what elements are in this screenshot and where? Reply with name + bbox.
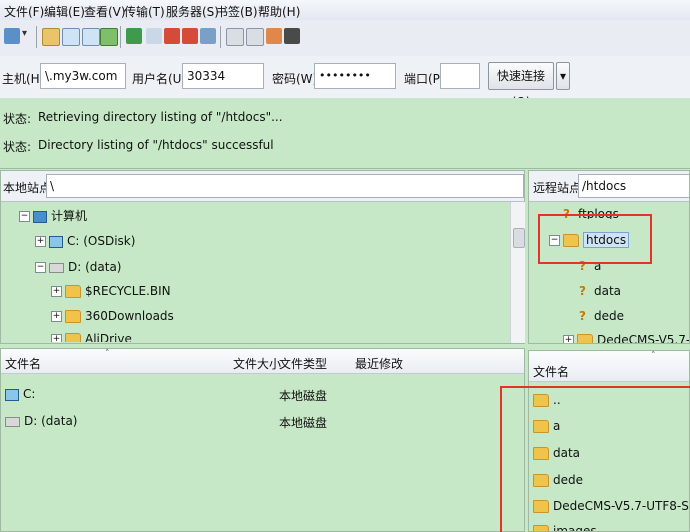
column-header-type[interactable]: 文件类型	[279, 355, 327, 372]
message-log-icon[interactable]	[42, 28, 60, 46]
expand-icon[interactable]: +	[35, 236, 46, 247]
computer-icon	[33, 210, 47, 223]
username-input[interactable]: 30334	[182, 63, 264, 89]
tree-item-d-drive[interactable]: − D: (data)	[35, 260, 122, 274]
status-label: 状态:	[3, 112, 32, 126]
remote-path-input[interactable]: /htdocs	[578, 174, 689, 198]
highlight-box	[538, 214, 652, 264]
sort-arrow-icon: ˄	[105, 349, 110, 359]
host-input[interactable]: \.my3w.com	[40, 63, 126, 89]
unknown-folder-icon: ?	[579, 284, 586, 298]
local-tree-icon[interactable]	[62, 28, 80, 46]
tree-item-folder[interactable]: ? dede	[579, 309, 624, 323]
tree-item-c-drive[interactable]: + C: (OSDisk)	[35, 234, 135, 248]
remote-tree-icon[interactable]	[82, 28, 100, 46]
status-label: 状态:	[3, 140, 32, 154]
quickconnect-bar: 主机(H): \.my3w.com 用户名(U): 30334 密码(W): •…	[0, 56, 690, 109]
column-header-name[interactable]: 文件名	[533, 363, 569, 380]
folder-icon	[65, 310, 81, 323]
process-queue-icon[interactable]	[146, 28, 162, 44]
site-manager-icon[interactable]	[4, 28, 20, 44]
local-path-input[interactable]: \	[46, 174, 524, 198]
local-tree-scrollbar[interactable]	[510, 202, 525, 343]
toolbar-separator	[120, 26, 121, 48]
menu-help[interactable]: 帮助(H)	[258, 3, 300, 20]
local-tree-pane: 本地站点: \ − 计算机 + C: (OSDisk) − D: (data) + $R…	[0, 170, 525, 344]
sync-browse-icon[interactable]	[266, 28, 282, 44]
menu-bar: 文件(F) 编辑(E) 查看(V) 传输(T) 服务器(S) 书签(B) 帮助(…	[0, 0, 690, 21]
column-header-size[interactable]: 文件大小	[233, 355, 281, 372]
cancel-icon[interactable]	[164, 28, 180, 44]
status-message: Retrieving directory listing of "/htdocs…	[38, 110, 283, 124]
remote-site-bar: 远程站点: /htdocs	[529, 171, 689, 202]
highlight-box	[500, 386, 690, 532]
tree-item-folder[interactable]: + AliDrive	[51, 332, 132, 342]
collapse-icon[interactable]: −	[19, 211, 30, 222]
remote-list-header: 文件名 ˄	[529, 351, 689, 382]
tree-item-folder[interactable]: +360Downloads	[51, 309, 174, 323]
scrollbar-thumb[interactable]	[513, 228, 525, 248]
drive-icon	[49, 262, 64, 273]
sort-arrow-icon: ˄	[651, 351, 656, 361]
expand-icon[interactable]: +	[51, 286, 62, 297]
menu-server[interactable]: 服务器(S)	[166, 3, 219, 20]
tree-item-computer[interactable]: − 计算机	[19, 207, 87, 224]
quickconnect-button[interactable]: 快速连接(Q)	[488, 62, 554, 109]
toolbar-separator	[36, 26, 37, 48]
tree-item-folder[interactable]: + $RECYCLE.BIN	[51, 284, 171, 298]
menu-file[interactable]: 文件(F)	[4, 3, 44, 20]
drive-icon	[5, 388, 19, 401]
file-type-cell: 本地磁盘	[279, 416, 328, 430]
drive-icon	[49, 235, 63, 248]
toolbar-separator	[220, 26, 221, 48]
folder-icon	[65, 285, 81, 298]
toolbar: ▾	[0, 20, 690, 57]
reconnect-icon[interactable]	[200, 28, 216, 44]
expand-icon[interactable]: +	[51, 311, 62, 322]
transfer-queue-icon[interactable]	[100, 28, 118, 46]
menu-bookmarks[interactable]: 书签(B)	[216, 3, 258, 20]
refresh-icon[interactable]	[126, 28, 142, 44]
menu-edit[interactable]: 编辑(E)	[44, 3, 85, 20]
port-input[interactable]	[440, 63, 480, 89]
quickconnect-dropdown-button[interactable]: ▾	[556, 62, 570, 90]
compare-icon[interactable]	[246, 28, 264, 46]
status-message: Directory listing of "/htdocs" successfu…	[38, 138, 274, 152]
menu-view[interactable]: 查看(V)	[84, 3, 126, 20]
expand-icon[interactable]: +	[563, 335, 574, 343]
collapse-icon[interactable]: −	[35, 262, 46, 273]
filter-icon[interactable]	[226, 28, 244, 46]
disconnect-icon[interactable]	[182, 28, 198, 44]
search-icon[interactable]	[284, 28, 300, 44]
password-input[interactable]: ••••••••	[314, 63, 396, 89]
message-log: 状态: Retrieving directory listing of "/ht…	[0, 98, 690, 169]
column-header-name[interactable]: 文件名	[5, 355, 41, 372]
file-row[interactable]: C:	[5, 387, 35, 401]
file-type-cell: 本地磁盘	[279, 389, 328, 403]
expand-icon[interactable]: +	[51, 334, 62, 342]
dropdown-arrow-icon[interactable]: ▾	[22, 28, 30, 44]
local-file-list: 文件名 ˄ 文件大小 文件类型 最近修改 C: 本地磁盘 D: (data) 本…	[0, 348, 525, 532]
unknown-folder-icon: ?	[579, 309, 586, 323]
folder-icon	[577, 334, 593, 343]
tree-item-folder[interactable]: +DedeCMS-V5.7-UTF8-	[563, 333, 689, 343]
drive-icon	[5, 416, 20, 427]
menu-transfer[interactable]: 传输(T)	[124, 3, 165, 20]
local-list-header: 文件名 ˄ 文件大小 文件类型 最近修改	[1, 349, 524, 374]
file-row[interactable]: D: (data)	[5, 414, 78, 428]
tree-item-folder[interactable]: ? data	[579, 284, 621, 298]
folder-icon	[65, 333, 81, 342]
column-header-modified[interactable]: 最近修改	[355, 355, 403, 372]
local-site-bar: 本地站点: \	[1, 171, 524, 202]
